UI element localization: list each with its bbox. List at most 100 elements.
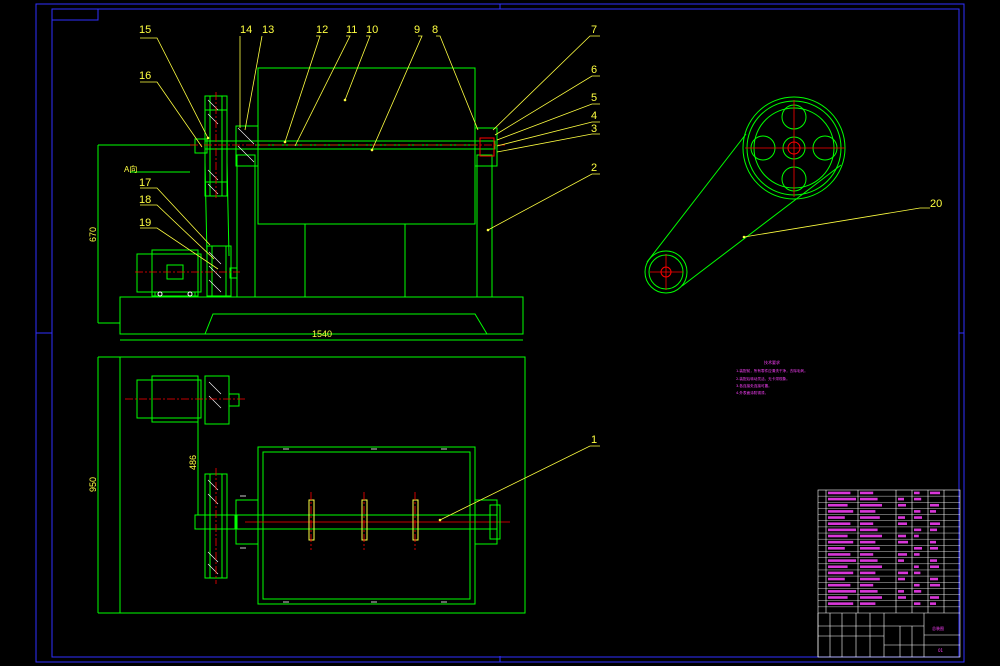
callout-label: 12 bbox=[316, 24, 328, 36]
parts-list-text-mark bbox=[914, 602, 921, 605]
parts-list-text-mark bbox=[860, 583, 874, 587]
parts-list-text-mark bbox=[860, 565, 882, 569]
parts-list-text-mark bbox=[914, 547, 922, 550]
parts-list-text-mark bbox=[860, 553, 874, 556]
parts-list-text-mark bbox=[828, 503, 848, 507]
parts-list-text-mark bbox=[860, 497, 878, 501]
parts-list-text-mark bbox=[930, 510, 936, 513]
parts-list-text-mark bbox=[860, 540, 876, 544]
callout-label: 13 bbox=[262, 24, 274, 36]
parts-list-text-mark bbox=[898, 553, 907, 556]
front-centerlines bbox=[135, 92, 505, 273]
section-label: A向 bbox=[124, 164, 137, 174]
parts-list-text-mark bbox=[828, 528, 856, 532]
parts-list-text-mark bbox=[828, 596, 848, 599]
callout-label: 6 bbox=[591, 64, 597, 76]
parts-list-text-mark bbox=[898, 503, 906, 507]
parts-list-text-mark bbox=[930, 596, 939, 599]
parts-list-text-mark bbox=[930, 540, 936, 544]
parts-list-text-mark bbox=[828, 571, 854, 575]
parts-list-text-mark bbox=[930, 491, 940, 495]
parts-list-text-mark bbox=[860, 534, 882, 538]
plan-marks bbox=[240, 448, 447, 603]
parts-list-text-mark bbox=[860, 522, 874, 525]
note-line: 3.各连接处连接可靠。 bbox=[736, 383, 772, 388]
note-line: 2.装配后转动灵活，无卡滞现象。 bbox=[736, 376, 790, 381]
parts-list-text-mark bbox=[828, 565, 848, 569]
parts-list-text-mark bbox=[860, 491, 874, 495]
parts-list-text-mark bbox=[914, 491, 920, 495]
plan-base bbox=[119, 356, 526, 614]
drawing-name: 总装图 bbox=[932, 625, 944, 631]
parts-list-text-mark bbox=[860, 571, 876, 575]
callout-label: 15 bbox=[139, 24, 151, 36]
parts-list-text-mark bbox=[860, 577, 880, 581]
parts-list-text-mark bbox=[898, 497, 904, 501]
callout-label: 2 bbox=[591, 162, 597, 174]
motor-front bbox=[136, 249, 202, 298]
callout-label: 3 bbox=[591, 123, 597, 135]
note-line: 4.外表面涂防锈漆。 bbox=[736, 390, 768, 395]
parts-list-text-mark bbox=[914, 510, 921, 513]
note-line: 1.装配前，所有零件应清洗干净，去除毛刺。 bbox=[736, 368, 808, 373]
parts-list-text-mark bbox=[914, 590, 922, 593]
drive-pulley-front bbox=[206, 245, 238, 297]
parts-list-text-mark bbox=[860, 596, 882, 599]
parts-list-text-mark bbox=[930, 528, 937, 532]
side-view bbox=[644, 96, 846, 294]
front-view bbox=[97, 67, 524, 341]
parts-list-text-mark bbox=[860, 510, 876, 513]
parts-list-text-mark bbox=[860, 559, 878, 562]
parts-list-text-mark bbox=[914, 528, 922, 532]
parts-list-text-mark bbox=[914, 553, 920, 556]
callout-label: 14 bbox=[240, 24, 252, 36]
parts-list-text-mark bbox=[914, 565, 919, 569]
parts-list-text-mark bbox=[914, 583, 920, 587]
parts-list-text-mark bbox=[828, 540, 854, 544]
leader-dots bbox=[206, 98, 746, 522]
technical-notes: 技术要求 1.装配前，所有零件应清洗干净，去除毛刺。 2.装配后转动灵活，无卡滞… bbox=[736, 359, 808, 395]
parts-list-text-mark bbox=[898, 571, 908, 575]
parts-list-text-mark bbox=[898, 516, 905, 519]
parts-list-text-mark bbox=[828, 534, 848, 538]
plan-view bbox=[97, 356, 526, 614]
parts-list-text-mark bbox=[860, 528, 878, 532]
parts-list-text-mark bbox=[930, 522, 940, 525]
callout-label: 19 bbox=[139, 217, 151, 229]
parts-list-text-mark bbox=[930, 503, 939, 507]
parts-list-text-mark bbox=[930, 602, 936, 605]
parts-list-text-mark bbox=[930, 565, 939, 569]
parts-list-text-mark bbox=[828, 559, 856, 562]
callout-label: 4 bbox=[591, 110, 597, 122]
parts-list-text-mark bbox=[828, 522, 851, 525]
callout-label: 5 bbox=[591, 92, 597, 104]
parts-list-text-mark bbox=[898, 559, 904, 562]
parts-list-text-mark bbox=[828, 553, 851, 556]
parts-list-text-mark bbox=[914, 516, 922, 519]
parts-list-text-mark bbox=[860, 590, 878, 593]
callout-label: 8 bbox=[432, 24, 438, 36]
parts-list-text-mark bbox=[860, 516, 880, 519]
parts-list-text-mark bbox=[828, 547, 845, 550]
parts-list-text-mark bbox=[914, 497, 922, 501]
width-dimension: 1540 bbox=[312, 329, 332, 339]
parts-list-text-mark bbox=[828, 497, 856, 501]
tank-body bbox=[257, 67, 476, 225]
parts-list-text-mark bbox=[828, 491, 851, 495]
parts-list-text-mark bbox=[860, 503, 882, 507]
parts-list-text-mark bbox=[898, 522, 907, 525]
sheet-number: 01 bbox=[938, 648, 944, 653]
callout-labels: 15 14 13 12 11 10 9 8 7 6 5 4 3 2 16 17 … bbox=[139, 24, 942, 446]
motor-offset-dimension: 486 bbox=[188, 455, 198, 470]
parts-list-text-mark bbox=[828, 602, 854, 605]
parts-list-text-mark bbox=[828, 583, 851, 587]
parts-list-text-mark bbox=[914, 534, 919, 538]
plan-centerlines bbox=[125, 398, 416, 584]
parts-list-text-mark bbox=[930, 559, 937, 562]
parts-list-text-mark bbox=[828, 510, 854, 513]
height-dimension: 670 bbox=[88, 227, 98, 242]
parts-list-text-mark bbox=[898, 540, 908, 544]
callout-label: 7 bbox=[591, 24, 597, 36]
callout-label: 20 bbox=[930, 198, 942, 210]
drawing-frame bbox=[35, 3, 965, 663]
